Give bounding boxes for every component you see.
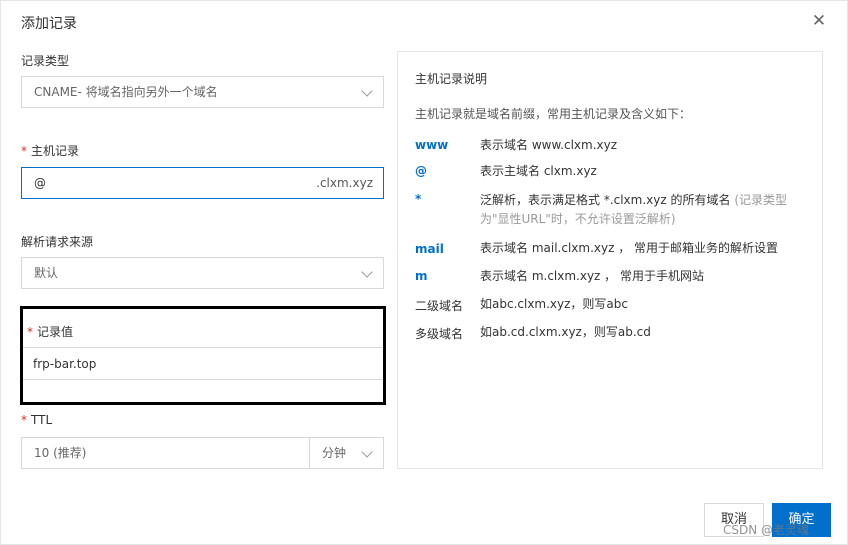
required-marker: * xyxy=(21,413,27,427)
required-marker: * xyxy=(27,325,33,339)
help-key: mail xyxy=(415,242,444,256)
host-record-value: @ xyxy=(34,176,46,190)
host-record-input[interactable]: @ .clxm.xyz xyxy=(21,167,384,199)
ttl-unit-value: 分钟 xyxy=(322,446,347,460)
resolve-source-select[interactable]: 默认 xyxy=(21,257,384,289)
ttl-label-text: TTL xyxy=(31,413,53,427)
help-key: 二级域名 xyxy=(415,299,464,313)
resolve-source-value: 默认 xyxy=(34,266,59,280)
chevron-down-icon xyxy=(361,85,373,97)
chevron-down-icon xyxy=(361,266,373,278)
add-record-dialog: 添加记录 ✕ 记录类型 CNAME- 将域名指向另外一个域名 * 主机记录 @ .… xyxy=(0,0,848,545)
help-desc: 如abc.clxm.xyz，则写abc xyxy=(480,297,628,311)
record-type-label: 记录类型 xyxy=(21,54,70,68)
help-key: www xyxy=(415,138,449,152)
host-record-help-panel: 主机记录说明 主机记录就是域名前缀，常用主机记录及含义如下： www 表示域名 … xyxy=(397,51,823,469)
record-type-value: CNAME- 将域名指向另外一个域名 xyxy=(34,85,218,99)
help-desc: 表示域名 www.clxm.xyz xyxy=(480,138,618,152)
help-desc: 如ab.cd.clxm.xyz，则写ab.cd xyxy=(480,325,651,339)
host-record-label: * 主机记录 xyxy=(21,142,79,159)
help-key: 多级域名 xyxy=(415,327,464,341)
help-key: * xyxy=(415,192,422,206)
help-desc: 泛解析，表示满足格式 *.clxm.xyz 的所有域名 xyxy=(480,193,731,207)
record-value-input[interactable]: frp-bar.top xyxy=(23,347,383,380)
resolve-source-label: 解析请求来源 xyxy=(21,235,94,249)
help-key: m xyxy=(415,269,428,283)
domain-suffix: .clxm.xyz xyxy=(316,176,373,190)
required-marker: * xyxy=(21,144,27,158)
close-icon[interactable]: ✕ xyxy=(811,13,827,30)
help-intro: 主机记录就是域名前缀，常用主机记录及含义如下： xyxy=(415,107,692,121)
chevron-down-icon xyxy=(361,446,373,458)
help-title: 主机记录说明 xyxy=(415,72,488,86)
record-value-label-text: 记录值 xyxy=(37,325,74,339)
help-desc: 表示域名 mail.clxm.xyz ， 常用于邮箱业务的解析设置 xyxy=(480,241,779,255)
record-value-label: * 记录值 xyxy=(27,323,73,340)
help-key: @ xyxy=(415,164,427,178)
host-record-label-text: 主机记录 xyxy=(31,144,80,158)
help-desc: 表示主域名 clxm.xyz xyxy=(480,164,597,178)
help-desc-wildcard: 泛解析，表示满足格式 *.clxm.xyz 的所有域名 (记录类型为"显性URL… xyxy=(480,191,810,229)
record-value-highlight: * 记录值 frp-bar.top xyxy=(20,306,386,405)
ttl-unit-select[interactable]: 分钟 xyxy=(309,437,384,469)
ttl-label: * TTL xyxy=(21,413,52,427)
record-type-select[interactable]: CNAME- 将域名指向另外一个域名 xyxy=(21,76,384,108)
watermark: CSDN @老灵魂 xyxy=(723,523,810,537)
ttl-input[interactable]: 10 (推荐) xyxy=(21,437,310,469)
dialog-title: 添加记录 xyxy=(21,16,77,32)
help-desc: 表示域名 m.clxm.xyz ， 常用于手机网站 xyxy=(480,269,704,283)
